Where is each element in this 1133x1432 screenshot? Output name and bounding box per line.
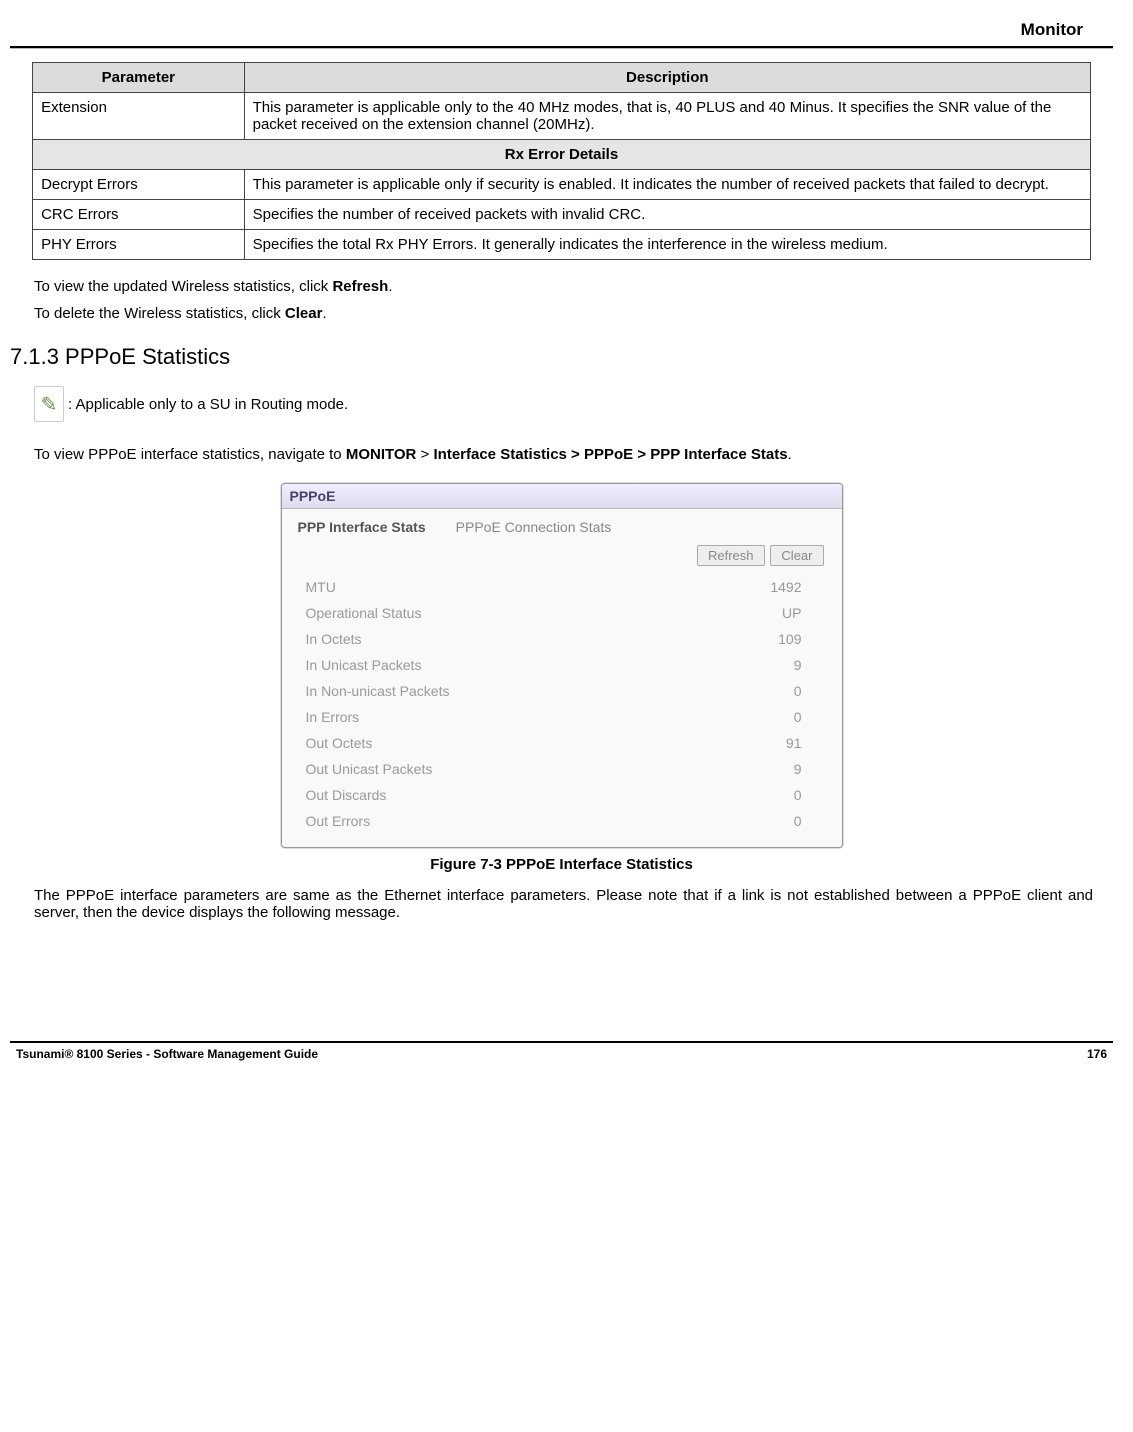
stat-row: Out Octets 91: [282, 730, 842, 756]
stat-row: Operational Status UP: [282, 600, 842, 626]
footer-divider: [10, 1041, 1113, 1043]
clear-instruction: To delete the Wireless statistics, click…: [34, 305, 1093, 322]
footer-page-number: 176: [1087, 1047, 1107, 1061]
stat-row: Out Discards 0: [282, 782, 842, 808]
stat-label: Out Unicast Packets: [306, 761, 433, 777]
nav-monitor: MONITOR: [346, 446, 417, 463]
stat-value: 0: [794, 683, 802, 699]
refresh-instruction: To view the updated Wireless statistics,…: [34, 278, 1093, 295]
parameter-table: Parameter Description Extension This par…: [32, 62, 1091, 260]
figure-caption: Figure 7-3 PPPoE Interface Statistics: [10, 856, 1113, 873]
clear-button[interactable]: Clear: [770, 545, 823, 566]
stat-value: 0: [794, 709, 802, 725]
param-cell: Extension: [33, 93, 245, 140]
col-description: Description: [244, 63, 1090, 93]
table-row: Extension This parameter is applicable o…: [33, 93, 1091, 140]
stat-row: In Errors 0: [282, 704, 842, 730]
button-row: Refresh Clear: [282, 543, 842, 574]
stat-value: UP: [782, 605, 801, 621]
param-cell: Decrypt Errors: [33, 170, 245, 200]
table-subheader: Rx Error Details: [33, 140, 1091, 170]
table-row: CRC Errors Specifies the number of recei…: [33, 200, 1091, 230]
clear-keyword: Clear: [285, 305, 323, 322]
text: To view the updated Wireless statistics,…: [34, 278, 332, 295]
refresh-button[interactable]: Refresh: [697, 545, 765, 566]
tab-row: PPP Interface Stats PPPoE Connection Sta…: [282, 509, 842, 543]
section-heading: 7.1.3 PPPoE Statistics: [10, 344, 1113, 370]
col-parameter: Parameter: [33, 63, 245, 93]
stat-value: 1492: [770, 579, 801, 595]
desc-cell: This parameter is applicable only if sec…: [244, 170, 1090, 200]
desc-cell: Specifies the total Rx PHY Errors. It ge…: [244, 230, 1090, 260]
refresh-keyword: Refresh: [332, 278, 388, 295]
table-row: Decrypt Errors This parameter is applica…: [33, 170, 1091, 200]
stat-row: In Octets 109: [282, 626, 842, 652]
stat-label: In Errors: [306, 709, 360, 725]
stat-label: Out Discards: [306, 787, 387, 803]
nav-path: Interface Statistics > PPPoE > PPP Inter…: [434, 446, 788, 463]
param-cell: PHY Errors: [33, 230, 245, 260]
text: To delete the Wireless statistics, click: [34, 305, 285, 322]
stat-label: In Non-unicast Packets: [306, 683, 450, 699]
tab-pppoe-connection-stats[interactable]: PPPoE Connection Stats: [456, 519, 612, 535]
desc-cell: This parameter is applicable only to the…: [244, 93, 1090, 140]
desc-cell: Specifies the number of received packets…: [244, 200, 1090, 230]
stat-label: Out Octets: [306, 735, 373, 751]
footer-left: Tsunami® 8100 Series - Software Manageme…: [16, 1047, 318, 1061]
stat-value: 0: [794, 813, 802, 829]
header-divider: [10, 46, 1113, 48]
stat-row: In Unicast Packets 9: [282, 652, 842, 678]
stat-row: Out Errors 0: [282, 808, 842, 847]
subheader-cell: Rx Error Details: [33, 140, 1091, 170]
after-figure-paragraph: The PPPoE interface parameters are same …: [34, 887, 1093, 921]
note-block: ✎ : Applicable only to a SU in Routing m…: [34, 386, 1113, 422]
stat-row: MTU 1492: [282, 574, 842, 600]
stat-row: Out Unicast Packets 9: [282, 756, 842, 782]
note-text: : Applicable only to a SU in Routing mod…: [68, 396, 348, 413]
page-header-section: Monitor: [10, 20, 1113, 40]
page-footer: Tsunami® 8100 Series - Software Manageme…: [10, 1041, 1113, 1061]
navigation-instruction: To view PPPoE interface statistics, navi…: [34, 446, 1093, 463]
stat-label: In Octets: [306, 631, 362, 647]
note-pencil-icon: ✎: [34, 386, 64, 422]
stat-label: MTU: [306, 579, 336, 595]
text: To view PPPoE interface statistics, navi…: [34, 446, 346, 463]
stat-value: 9: [794, 657, 802, 673]
param-cell: CRC Errors: [33, 200, 245, 230]
panel-title: PPPoE: [282, 484, 842, 509]
stat-value: 109: [778, 631, 801, 647]
stat-label: In Unicast Packets: [306, 657, 422, 673]
table-row: PHY Errors Specifies the total Rx PHY Er…: [33, 230, 1091, 260]
stat-value: 91: [786, 735, 802, 751]
stat-label: Out Errors: [306, 813, 371, 829]
pppoe-screenshot: PPPoE PPP Interface Stats PPPoE Connecti…: [281, 483, 843, 848]
stat-value: 0: [794, 787, 802, 803]
nav-gt: >: [416, 446, 433, 463]
stat-row: In Non-unicast Packets 0: [282, 678, 842, 704]
stat-label: Operational Status: [306, 605, 422, 621]
tab-ppp-interface-stats[interactable]: PPP Interface Stats: [298, 519, 426, 535]
stat-value: 9: [794, 761, 802, 777]
